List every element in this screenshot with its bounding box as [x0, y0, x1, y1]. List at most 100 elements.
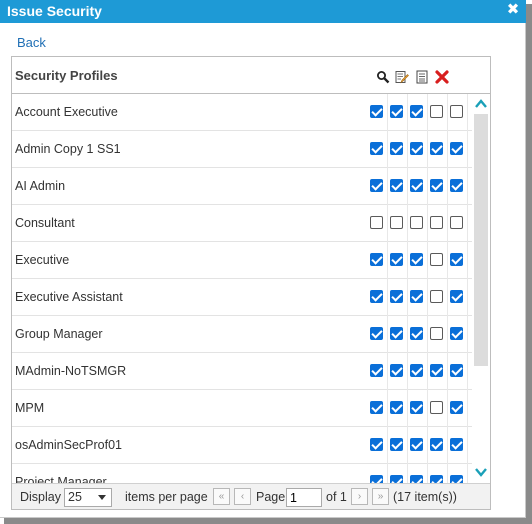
list-permission-checkbox[interactable]: [410, 216, 423, 229]
column-divider: [407, 427, 408, 464]
edit-permission-checkbox[interactable]: [390, 438, 403, 451]
view-permission-checkbox[interactable]: [370, 475, 383, 483]
extra-permission-checkbox[interactable]: [450, 253, 463, 266]
list-permission-checkbox[interactable]: [410, 179, 423, 192]
list-permission-checkbox[interactable]: [410, 364, 423, 377]
column-divider: [427, 390, 428, 427]
delete-permission-checkbox[interactable]: [430, 401, 443, 414]
table-row: AI Admin: [12, 168, 472, 205]
column-divider: [467, 94, 468, 131]
column-divider: [467, 131, 468, 168]
close-icon[interactable]: ✖: [505, 1, 521, 19]
scroll-down-icon[interactable]: [473, 464, 489, 480]
profile-name: osAdminSecProf01: [15, 438, 123, 452]
delete-permission-checkbox[interactable]: [430, 438, 443, 451]
table-row: Project Manager: [12, 464, 472, 483]
column-divider: [407, 168, 408, 205]
delete-permission-checkbox[interactable]: [430, 105, 443, 118]
delete-permission-checkbox[interactable]: [430, 179, 443, 192]
edit-permission-checkbox[interactable]: [390, 327, 403, 340]
grid-header: Security Profiles: [12, 57, 490, 94]
item-count-label: (17 item(s)): [393, 490, 457, 504]
next-page-button[interactable]: ›: [351, 488, 368, 505]
extra-permission-checkbox[interactable]: [450, 364, 463, 377]
view-permission-checkbox[interactable]: [370, 179, 383, 192]
delete-permission-checkbox[interactable]: [430, 216, 443, 229]
profile-name: Group Manager: [15, 327, 103, 341]
view-permission-checkbox[interactable]: [370, 327, 383, 340]
column-divider: [467, 205, 468, 242]
view-permission-checkbox[interactable]: [370, 105, 383, 118]
list-permission-checkbox[interactable]: [410, 105, 423, 118]
extra-permission-checkbox[interactable]: [450, 179, 463, 192]
last-page-button[interactable]: »: [372, 488, 389, 505]
extra-permission-checkbox[interactable]: [450, 142, 463, 155]
extra-permission-checkbox[interactable]: [450, 105, 463, 118]
profile-name: Consultant: [15, 216, 75, 230]
list-permission-checkbox[interactable]: [410, 290, 423, 303]
view-permission-checkbox[interactable]: [370, 438, 383, 451]
column-divider: [427, 427, 428, 464]
security-profiles-grid: Security Profiles Project Manager osAdmi…: [11, 56, 491, 510]
view-permission-checkbox[interactable]: [370, 142, 383, 155]
list-permission-checkbox[interactable]: [410, 253, 423, 266]
column-divider: [427, 316, 428, 353]
view-permission-checkbox[interactable]: [370, 253, 383, 266]
edit-permission-checkbox[interactable]: [390, 290, 403, 303]
edit-icon: [395, 71, 409, 84]
column-divider: [387, 427, 388, 464]
scrollbar-thumb[interactable]: [474, 114, 488, 366]
security-profiles-header: Security Profiles: [15, 68, 118, 83]
view-permission-checkbox[interactable]: [370, 290, 383, 303]
scroll-up-icon[interactable]: [473, 96, 489, 112]
edit-permission-checkbox[interactable]: [390, 142, 403, 155]
column-divider: [447, 131, 448, 168]
table-row: Account Executive: [12, 94, 472, 131]
column-divider: [407, 353, 408, 390]
delete-permission-checkbox[interactable]: [430, 142, 443, 155]
dialog-shadow-bottom: [4, 518, 532, 524]
extra-permission-checkbox[interactable]: [450, 216, 463, 229]
edit-permission-checkbox[interactable]: [390, 475, 403, 483]
column-divider: [407, 94, 408, 131]
back-link[interactable]: Back: [17, 35, 46, 50]
vertical-scrollbar[interactable]: [472, 94, 490, 483]
list-permission-checkbox[interactable]: [410, 475, 423, 483]
view-permission-checkbox[interactable]: [370, 216, 383, 229]
column-divider: [447, 279, 448, 316]
edit-permission-checkbox[interactable]: [390, 401, 403, 414]
extra-permission-checkbox[interactable]: [450, 327, 463, 340]
page-size-select[interactable]: 25: [64, 488, 112, 507]
profile-name: Project Manager: [15, 475, 107, 483]
delete-permission-checkbox[interactable]: [430, 327, 443, 340]
edit-permission-checkbox[interactable]: [390, 253, 403, 266]
list-permission-checkbox[interactable]: [410, 401, 423, 414]
edit-permission-checkbox[interactable]: [390, 179, 403, 192]
edit-permission-checkbox[interactable]: [390, 364, 403, 377]
column-divider: [407, 464, 408, 483]
delete-permission-checkbox[interactable]: [430, 475, 443, 483]
extra-permission-checkbox[interactable]: [450, 475, 463, 483]
extra-permission-checkbox[interactable]: [450, 438, 463, 451]
profile-name: Admin Copy 1 SS1: [15, 142, 121, 156]
extra-permission-checkbox[interactable]: [450, 401, 463, 414]
view-permission-checkbox[interactable]: [370, 364, 383, 377]
column-divider: [387, 390, 388, 427]
column-divider: [447, 205, 448, 242]
delete-permission-checkbox[interactable]: [430, 253, 443, 266]
profile-name: MAdmin-NoTSMGR: [15, 364, 127, 378]
column-divider: [407, 390, 408, 427]
edit-permission-checkbox[interactable]: [390, 105, 403, 118]
edit-permission-checkbox[interactable]: [390, 216, 403, 229]
prev-page-button[interactable]: ‹: [234, 488, 251, 505]
view-permission-checkbox[interactable]: [370, 401, 383, 414]
delete-permission-checkbox[interactable]: [430, 364, 443, 377]
list-permission-checkbox[interactable]: [410, 327, 423, 340]
column-divider: [447, 390, 448, 427]
list-permission-checkbox[interactable]: [410, 438, 423, 451]
first-page-button[interactable]: «: [213, 488, 230, 505]
extra-permission-checkbox[interactable]: [450, 290, 463, 303]
list-permission-checkbox[interactable]: [410, 142, 423, 155]
current-page-input[interactable]: [286, 488, 322, 507]
delete-permission-checkbox[interactable]: [430, 290, 443, 303]
